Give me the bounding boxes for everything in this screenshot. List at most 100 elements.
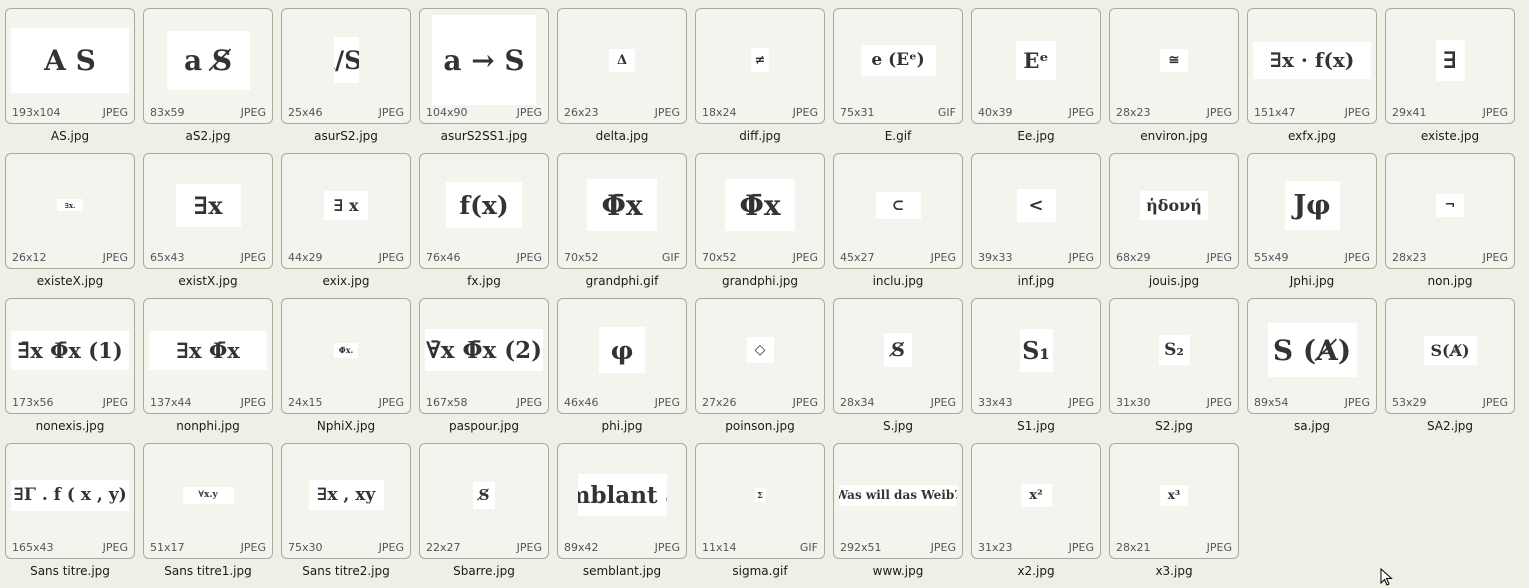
file-name[interactable]: poinson.jpg — [695, 419, 825, 433]
file-item[interactable]: ∃x · f(x) 151x47 JPEG exfx.jpg — [1247, 8, 1377, 153]
file-item[interactable]: a → S 104x90 JPEG asurS2SS1.jpg — [419, 8, 549, 153]
file-item[interactable]: ∃̄x Φ̄x (1) 173x56 JPEG nonexis.jpg — [5, 298, 135, 443]
file-name[interactable]: existeX.jpg — [5, 274, 135, 288]
file-thumbnail[interactable]: Φ̄x 70x52 JPEG — [695, 153, 825, 269]
file-thumbnail[interactable]: ∃ x 44x29 JPEG — [281, 153, 411, 269]
file-item[interactable]: Was will das Weib? 292x51 JPEG www.jpg — [833, 443, 963, 588]
file-thumbnail[interactable]: a S̸ 83x59 JPEG — [143, 8, 273, 124]
file-name[interactable]: x3.jpg — [1109, 564, 1239, 578]
file-thumbnail[interactable]: S (A̸) 89x54 JPEG — [1247, 298, 1377, 414]
file-item[interactable]: Φ̄x 70x52 JPEG grandphi.jpg — [695, 153, 825, 298]
file-name[interactable]: existX.jpg — [143, 274, 273, 288]
file-name[interactable]: E.gif — [833, 129, 963, 143]
file-name[interactable]: SA2.jpg — [1385, 419, 1515, 433]
file-thumbnail[interactable]: ∃x 65x43 JPEG — [143, 153, 273, 269]
file-name[interactable]: S1.jpg — [971, 419, 1101, 433]
file-thumbnail[interactable]: ∃x · f(x) 151x47 JPEG — [1247, 8, 1377, 124]
file-name[interactable]: S2.jpg — [1109, 419, 1239, 433]
file-thumbnail[interactable]: Σ 11x14 GIF — [695, 443, 825, 559]
file-name[interactable]: grandphi.jpg — [695, 274, 825, 288]
file-item[interactable]: ἡδονή 68x29 JPEG jouis.jpg — [1109, 153, 1239, 298]
file-name[interactable]: jouis.jpg — [1109, 274, 1239, 288]
file-item[interactable]: ∃x Φ̄x 137x44 JPEG nonphi.jpg — [143, 298, 273, 443]
file-item[interactable]: S(A̸) 53x29 JPEG SA2.jpg — [1385, 298, 1515, 443]
file-name[interactable]: inclu.jpg — [833, 274, 963, 288]
file-name[interactable]: Sans titre.jpg — [5, 564, 135, 578]
file-name[interactable]: Sans titre2.jpg — [281, 564, 411, 578]
file-item[interactable]: a/S₂ 25x46 JPEG asurS2.jpg — [281, 8, 411, 153]
file-name[interactable]: non.jpg — [1385, 274, 1515, 288]
file-item[interactable]: semblant a/S 89x42 JPEG semblant.jpg — [557, 443, 687, 588]
file-item[interactable]: ∀̄x Φ̄x (2) 167x58 JPEG paspour.jpg — [419, 298, 549, 443]
file-name[interactable]: environ.jpg — [1109, 129, 1239, 143]
file-name[interactable]: paspour.jpg — [419, 419, 549, 433]
file-item[interactable]: S (A̸) 89x54 JPEG sa.jpg — [1247, 298, 1377, 443]
file-item[interactable]: S₂ 31x30 JPEG S2.jpg — [1109, 298, 1239, 443]
file-name[interactable]: Sans titre1.jpg — [143, 564, 273, 578]
file-thumbnail[interactable]: ¬ 28x23 JPEG — [1385, 153, 1515, 269]
file-name[interactable]: Sbarre.jpg — [419, 564, 549, 578]
file-thumbnail[interactable]: ◇ 27x26 JPEG — [695, 298, 825, 414]
file-name[interactable]: semblant.jpg — [557, 564, 687, 578]
file-item[interactable]: x² 31x23 JPEG x2.jpg — [971, 443, 1101, 588]
file-item[interactable]: ≅ 28x23 JPEG environ.jpg — [1109, 8, 1239, 153]
file-thumbnail[interactable]: S̸ 22x27 JPEG — [419, 443, 549, 559]
file-thumbnail[interactable]: Was will das Weib? 292x51 JPEG — [833, 443, 963, 559]
file-thumbnail[interactable]: ∃Γ . f ( x , y) 165x43 JPEG — [5, 443, 135, 559]
file-thumbnail[interactable]: ≠ 18x24 JPEG — [695, 8, 825, 124]
file-thumbnail[interactable]: e (Eᵉ) 75x31 GIF — [833, 8, 963, 124]
file-thumbnail[interactable]: ≅ 28x23 JPEG — [1109, 8, 1239, 124]
file-name[interactable]: NphiX.jpg — [281, 419, 411, 433]
file-name[interactable]: phi.jpg — [557, 419, 687, 433]
file-name[interactable]: x2.jpg — [971, 564, 1101, 578]
file-thumbnail[interactable]: x² 31x23 JPEG — [971, 443, 1101, 559]
file-name[interactable]: diff.jpg — [695, 129, 825, 143]
file-thumbnail[interactable]: ∃x. 26x12 JPEG — [5, 153, 135, 269]
file-name[interactable]: S.jpg — [833, 419, 963, 433]
file-name[interactable]: nonexis.jpg — [5, 419, 135, 433]
file-item[interactable]: Φ̄x. 24x15 JPEG NphiX.jpg — [281, 298, 411, 443]
file-thumbnail[interactable]: S₁ 33x43 JPEG — [971, 298, 1101, 414]
file-thumbnail[interactable]: S₂ 31x30 JPEG — [1109, 298, 1239, 414]
file-item[interactable]: Δ 26x23 JPEG delta.jpg — [557, 8, 687, 153]
file-name[interactable]: existe.jpg — [1385, 129, 1515, 143]
file-thumbnail[interactable]: <39x33 JPEG — [971, 153, 1101, 269]
file-thumbnail[interactable]: Φ̄x 70x52 GIF — [557, 153, 687, 269]
file-item[interactable]: S₁ 33x43 JPEG S1.jpg — [971, 298, 1101, 443]
file-name[interactable]: sa.jpg — [1247, 419, 1377, 433]
file-name[interactable]: nonphi.jpg — [143, 419, 273, 433]
file-item[interactable]: ∃x 65x43 JPEG existX.jpg — [143, 153, 273, 298]
file-thumbnail[interactable]: x³ 28x21 JPEG — [1109, 443, 1239, 559]
file-item[interactable]: a S̸ 83x59 JPEG aS2.jpg — [143, 8, 273, 153]
file-item[interactable]: ¬ 28x23 JPEG non.jpg — [1385, 153, 1515, 298]
file-thumbnail[interactable]: semblant a/S 89x42 JPEG — [557, 443, 687, 559]
file-item[interactable]: ⊂ 45x27 JPEG inclu.jpg — [833, 153, 963, 298]
file-thumbnail[interactable]: a → S 104x90 JPEG — [419, 8, 549, 124]
file-name[interactable]: Jphi.jpg — [1247, 274, 1377, 288]
file-thumbnail[interactable]: ∀x.y 51x17 JPEG — [143, 443, 273, 559]
file-thumbnail[interactable]: ∃̄x Φ̄x (1) 173x56 JPEG — [5, 298, 135, 414]
file-name[interactable]: fx.jpg — [419, 274, 549, 288]
file-thumbnail[interactable]: Jφ 55x49 JPEG — [1247, 153, 1377, 269]
file-item[interactable]: Σ 11x14 GIF sigma.gif — [695, 443, 825, 588]
file-name[interactable]: asurS2.jpg — [281, 129, 411, 143]
file-name[interactable]: www.jpg — [833, 564, 963, 578]
file-thumbnail[interactable]: ∃ 29x41 JPEG — [1385, 8, 1515, 124]
file-name[interactable]: exfx.jpg — [1247, 129, 1377, 143]
file-item[interactable]: A S 193x104 JPEG AS.jpg — [5, 8, 135, 153]
file-thumbnail[interactable]: ∀̄x Φ̄x (2) 167x58 JPEG — [419, 298, 549, 414]
file-thumbnail[interactable]: φ 46x46 JPEG — [557, 298, 687, 414]
file-thumbnail[interactable]: S(A̸) 53x29 JPEG — [1385, 298, 1515, 414]
file-item[interactable]: f(x) 76x46 JPEG fx.jpg — [419, 153, 549, 298]
file-item[interactable]: S̸ 22x27 JPEG Sbarre.jpg — [419, 443, 549, 588]
file-thumbnail[interactable]: f(x) 76x46 JPEG — [419, 153, 549, 269]
file-thumbnail[interactable]: ⊂ 45x27 JPEG — [833, 153, 963, 269]
file-thumbnail[interactable]: a/S₂ 25x46 JPEG — [281, 8, 411, 124]
file-name[interactable]: exix.jpg — [281, 274, 411, 288]
file-name[interactable]: AS.jpg — [5, 129, 135, 143]
file-thumbnail[interactable]: Φ̄x. 24x15 JPEG — [281, 298, 411, 414]
file-item[interactable]: S̸ 28x34 JPEG S.jpg — [833, 298, 963, 443]
file-item[interactable]: ∃ 29x41 JPEG existe.jpg — [1385, 8, 1515, 153]
file-item[interactable]: e (Eᵉ) 75x31 GIF E.gif — [833, 8, 963, 153]
file-item[interactable]: ◇ 27x26 JPEG poinson.jpg — [695, 298, 825, 443]
